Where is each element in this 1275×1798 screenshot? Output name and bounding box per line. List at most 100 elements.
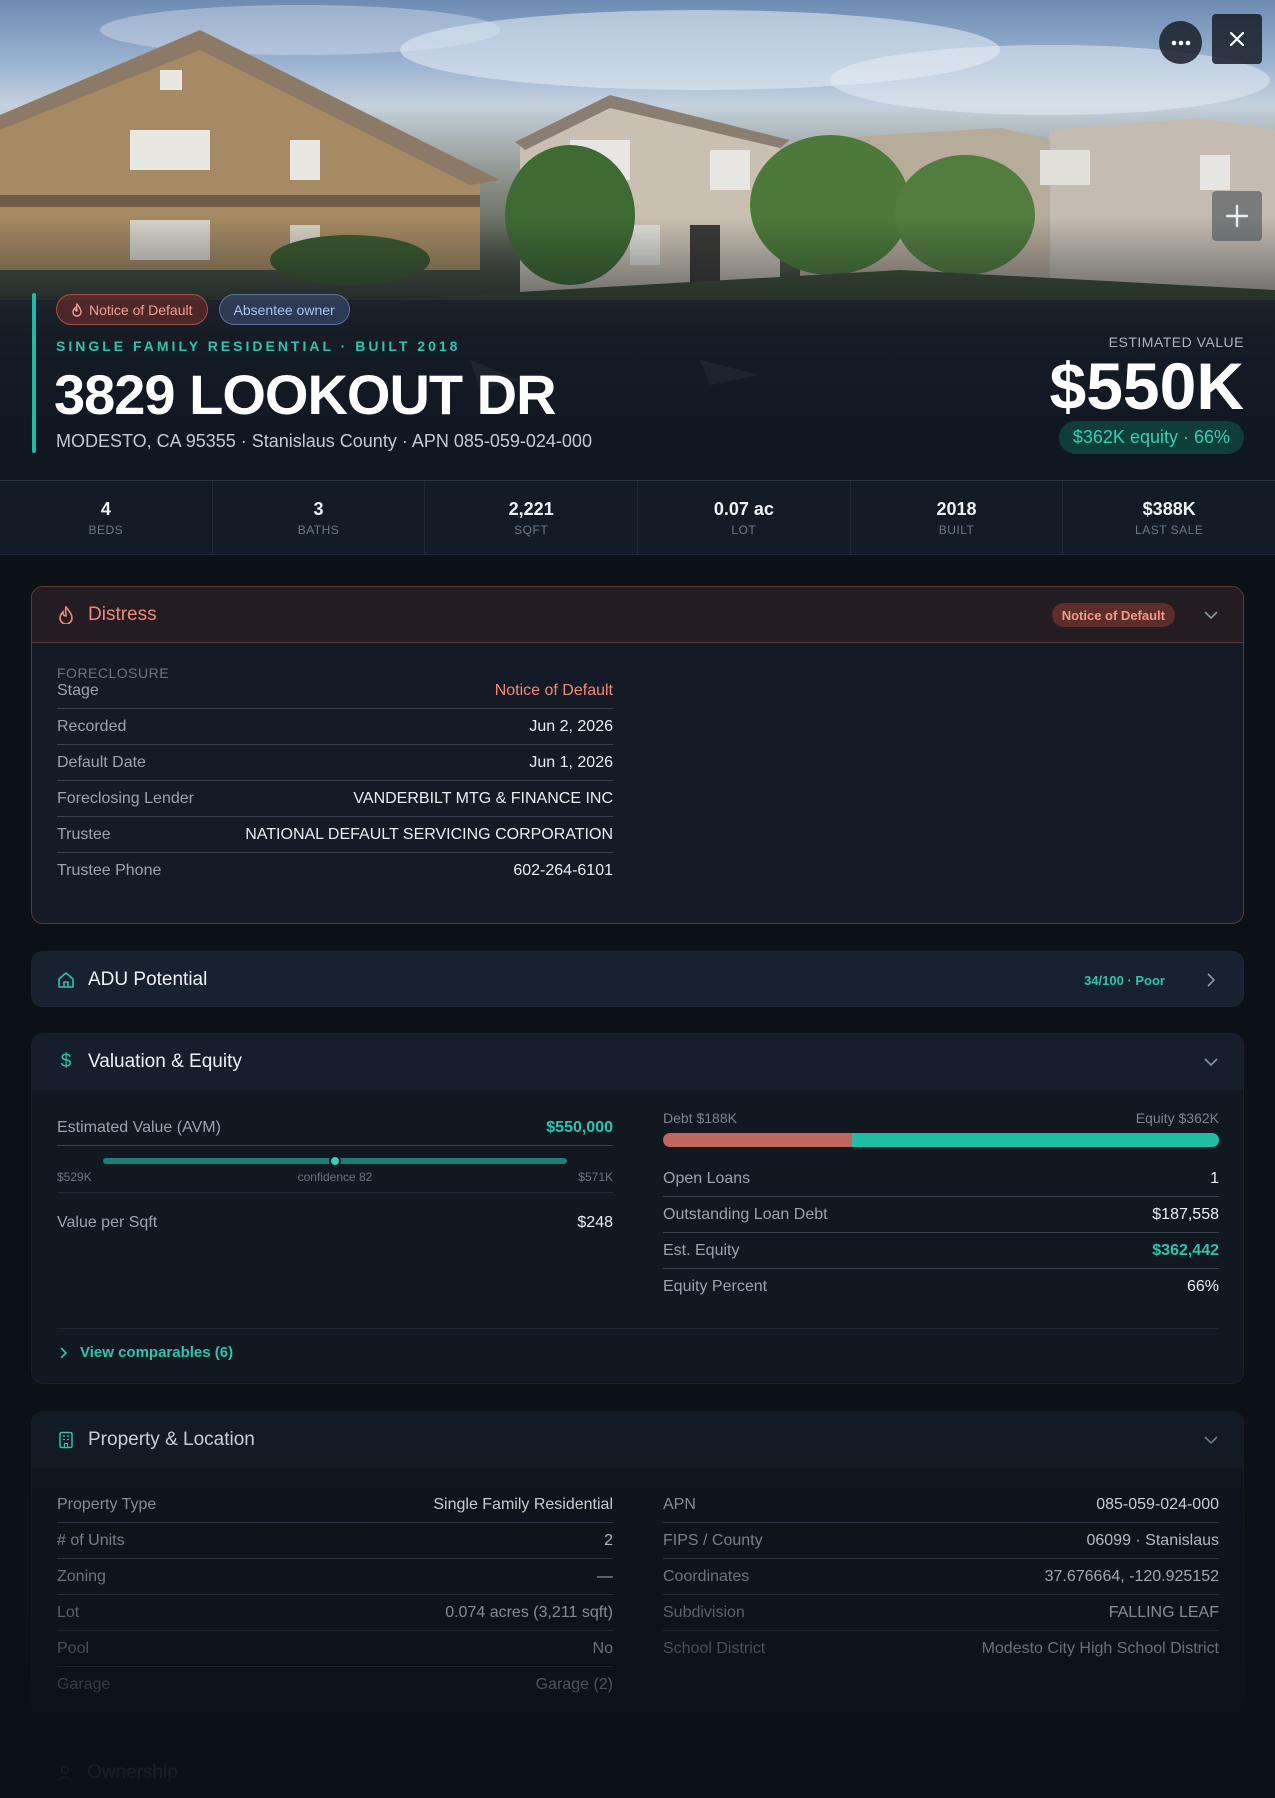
view-comparables-link[interactable]: View comparables (6) <box>60 1344 233 1361</box>
detail-key: Trustee <box>57 825 111 843</box>
equity-column: Debt $188K Equity $362K Open Loans 1 Outs… <box>663 1110 1219 1305</box>
detail-row: Trustee NATIONAL DEFAULT SERVICING CORPOR… <box>57 817 613 853</box>
detail-value: 2 <box>604 1531 613 1549</box>
stat-built: 2018 BUILT <box>851 481 1064 554</box>
stat-value: $388K <box>1142 498 1196 519</box>
stat-beds: 4 BEDS <box>0 481 213 554</box>
detail-key: Foreclosing Lender <box>57 789 194 807</box>
more-options-button[interactable] <box>1159 21 1202 64</box>
equity-label: Equity $362K <box>1135 1110 1219 1126</box>
detail-value: 602-264-6101 <box>513 862 613 879</box>
stat-label: SQFT <box>514 522 549 537</box>
detail-row: Pool No <box>57 1631 613 1667</box>
property-location-panel: Property & Location Property Type Single … <box>31 1411 1244 1711</box>
detail-value: 66% <box>1186 1278 1219 1295</box>
stat-label: LOT <box>731 522 757 537</box>
detail-row: Default Date Jun 1, 2026 <box>57 745 613 781</box>
equity-segment <box>852 1133 1219 1147</box>
chevron-down-icon[interactable] <box>1201 605 1221 625</box>
distress-panel: Distress Notice of Default FORECLOSURE S… <box>31 586 1244 924</box>
detail-key: Recorded <box>57 717 127 735</box>
property-details-right: APN 085-059-024-000 FIPS / County 06099 · … <box>663 1487 1219 1667</box>
flame-icon <box>72 302 82 317</box>
avm-label: Estimated Value (AVM) <box>57 1118 221 1136</box>
ownership-panel[interactable]: Ownership <box>31 1745 1244 1798</box>
chevron-right-icon[interactable] <box>1201 970 1221 990</box>
detail-value: 06099 · Stanislaus <box>1086 1531 1219 1549</box>
close-button[interactable] <box>1212 14 1262 64</box>
detail-value: $362,442 <box>1152 1241 1219 1259</box>
avm-row: Estimated Value (AVM) $550,000 <box>57 1110 613 1146</box>
property-address: 3829 LOOKOUT DR <box>54 363 557 426</box>
hero-tags: Notice of Default Absentee owner <box>56 294 350 325</box>
property-stats-strip: 4 BEDS 3 BATHS 2,221 SQFT 0.07 ac LOT 2018 BU… <box>0 480 1275 555</box>
stat-last-sale: $388K LAST SALE <box>1063 481 1275 554</box>
detail-key: Open Loans <box>663 1169 751 1187</box>
plus-icon <box>1225 204 1249 228</box>
detail-value: No <box>592 1639 613 1657</box>
detail-row: Open Loans 1 <box>663 1161 1219 1197</box>
detail-key: Garage <box>57 1676 111 1693</box>
property-panel-header[interactable]: Property & Location <box>32 1412 1243 1468</box>
stat-label: BATHS <box>297 522 340 537</box>
stat-value: 3 <box>313 498 324 519</box>
detail-row: Stage Notice of Default <box>57 673 613 709</box>
detail-row: APN 085-059-024-000 <box>663 1487 1219 1523</box>
per-sqft-value: $248 <box>577 1214 613 1231</box>
detail-value: Garage (2) <box>535 1676 613 1693</box>
valuation-panel-header[interactable]: $ Valuation & Equity <box>32 1034 1243 1090</box>
chevron-down-icon[interactable] <box>1201 1430 1221 1450</box>
debt-segment <box>663 1133 853 1147</box>
detail-key: Property Type <box>57 1495 157 1513</box>
detail-key: Zoning <box>57 1567 106 1585</box>
confidence-label: confidence 82 <box>297 1170 373 1184</box>
detail-row: Property Type Single Family Residential <box>57 1487 613 1523</box>
per-sqft-row: Value per Sqft $248 <box>57 1205 613 1241</box>
detail-row: Lot 0.074 acres (3,211 sqft) <box>57 1595 613 1631</box>
debt-equity-bar <box>663 1133 1219 1147</box>
detail-row: Coordinates 37.676664, -120.925152 <box>663 1559 1219 1595</box>
detail-value: 1 <box>1210 1169 1219 1187</box>
stat-value: 0.07 ac <box>713 498 774 519</box>
avm-range-marker <box>329 1155 341 1167</box>
adu-panel-header[interactable]: ADU Potential 34/100 · Poor <box>32 952 1243 1006</box>
zoom-in-button[interactable] <box>1212 191 1262 241</box>
detail-row: # of Units 2 <box>57 1523 613 1559</box>
detail-key: # of Units <box>57 1531 125 1549</box>
house-icon <box>56 970 76 990</box>
detail-key: Stage <box>57 681 99 699</box>
detail-value: $187,558 <box>1152 1205 1219 1223</box>
chevron-down-icon[interactable] <box>1201 1052 1221 1072</box>
detail-row: Est. Equity $362,442 <box>663 1233 1219 1269</box>
stat-label: BUILT <box>938 522 975 537</box>
valuation-title: Valuation & Equity <box>88 1051 242 1072</box>
detail-key: Outstanding Loan Debt <box>663 1205 828 1223</box>
dollar-icon: $ <box>60 1051 72 1072</box>
property-details-left: Property Type Single Family Residential #… <box>57 1487 613 1703</box>
detail-key: Default Date <box>57 753 146 771</box>
detail-row: Recorded Jun 2, 2026 <box>57 709 613 745</box>
stat-value: 4 <box>100 498 111 519</box>
detail-value: 0.074 acres (3,211 sqft) <box>445 1603 613 1621</box>
detail-key: School District <box>663 1640 766 1657</box>
detail-row: FIPS / County 06099 · Stanislaus <box>663 1523 1219 1559</box>
per-sqft-label: Value per Sqft <box>57 1214 158 1231</box>
adu-score-badge: 34/100 · Poor <box>1084 972 1165 988</box>
distress-panel-header[interactable]: Distress Notice of Default <box>32 587 1243 643</box>
detail-value: 37.676664, -120.925152 <box>1044 1567 1219 1585</box>
foreclosure-details: Stage Notice of Default Recorded Jun 2, 20… <box>57 673 613 889</box>
detail-row: Outstanding Loan Debt $187,558 <box>663 1197 1219 1233</box>
stat-value: 2018 <box>936 498 977 519</box>
range-high: $571K <box>578 1170 613 1184</box>
detail-value: Modesto City High School District <box>981 1640 1219 1657</box>
detail-row: Trustee Phone 602-264-6101 <box>57 853 613 889</box>
detail-value: FALLING LEAF <box>1108 1603 1219 1621</box>
person-icon <box>55 1763 75 1783</box>
absentee-owner-tag: Absentee owner <box>218 294 350 325</box>
tag-label: Notice of Default <box>89 301 193 318</box>
stat-lot: 0.07 ac LOT <box>638 481 851 554</box>
valuation-equity-panel: $ Valuation & Equity Estimated Value (AV… <box>31 1033 1244 1384</box>
ownership-panel-header[interactable]: Ownership <box>31 1745 1244 1798</box>
avm-value: $550,000 <box>546 1118 613 1136</box>
adu-potential-panel[interactable]: ADU Potential 34/100 · Poor <box>31 951 1244 1007</box>
